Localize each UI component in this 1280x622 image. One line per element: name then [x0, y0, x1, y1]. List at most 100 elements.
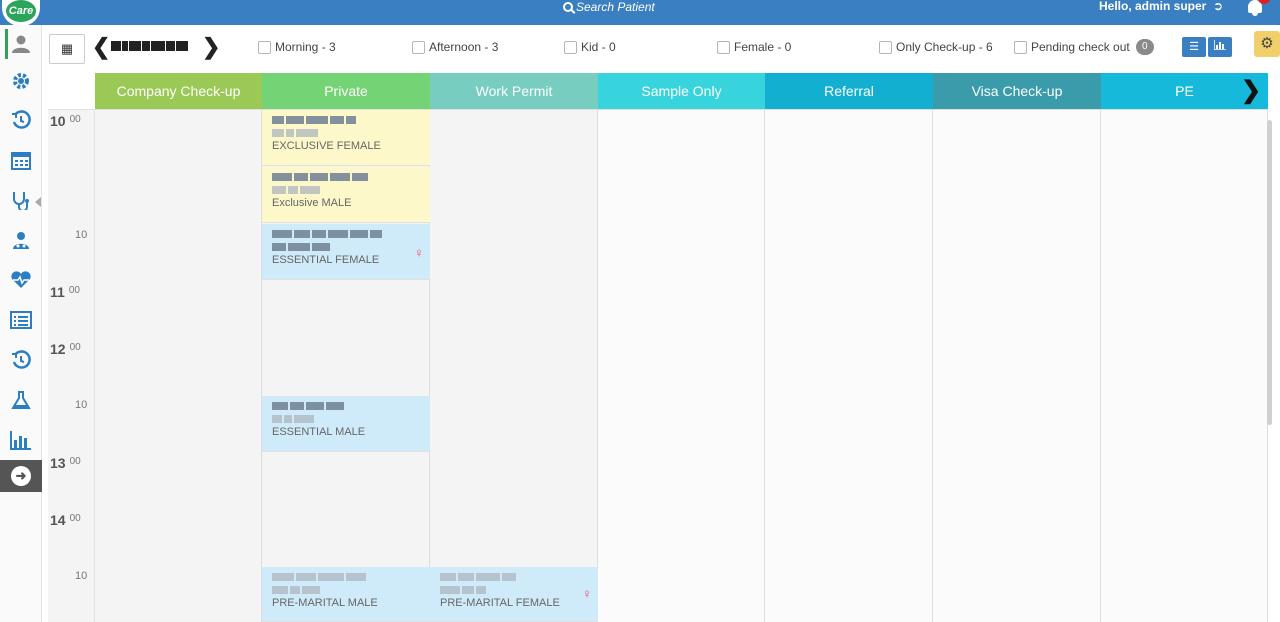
sidebar-item-heartbeat[interactable] — [0, 262, 42, 298]
package-label: EXCLUSIVE FEMALE — [272, 140, 381, 152]
sidebar-item-list[interactable] — [0, 302, 42, 338]
appointment-card[interactable]: PRE-MARITAL MALE — [262, 567, 430, 622]
next-day-button[interactable]: ❯ — [202, 34, 220, 60]
logout-icon[interactable]: ➲ — [1213, 0, 1227, 12]
appointment-card[interactable]: ESSENTIAL FEMALE ♀ — [262, 224, 430, 280]
chart-view-button[interactable] — [1208, 37, 1232, 57]
pending-checkout-checkbox[interactable] — [1014, 40, 1027, 54]
sidebar: ➜ — [0, 25, 42, 622]
list-icon — [10, 311, 32, 329]
package-label: PRE-MARITAL MALE — [272, 597, 378, 609]
only-checkup-checkbox[interactable] — [879, 40, 892, 54]
patient-name — [272, 228, 430, 239]
package-label: PRE-MARITAL FEMALE — [440, 597, 560, 609]
appointment-card[interactable]: EXCLUSIVE FEMALE — [262, 110, 430, 166]
package-label: ESSENTIAL FEMALE — [272, 254, 380, 266]
time-label-10: 10 00 — [50, 113, 81, 129]
logo-text: Care — [6, 0, 36, 22]
history-icon — [12, 350, 31, 369]
filter-only-checkup-label: Only Check-up - 6 — [896, 40, 993, 54]
column-header-private[interactable]: Private — [262, 73, 430, 109]
filter-afternoon[interactable]: Afternoon - 3 — [412, 39, 498, 55]
appointment-card[interactable]: ESSENTIAL MALE — [262, 396, 430, 452]
search-label: Search Patient — [576, 0, 655, 14]
patient-name — [272, 171, 430, 182]
sidebar-item-lab[interactable] — [0, 382, 42, 418]
filter-kid-label: Kid - 0 — [581, 40, 616, 54]
calendar-icon: ▦ — [60, 41, 74, 56]
filter-kid[interactable]: Kid - 0 — [564, 39, 616, 55]
appointment-card[interactable]: Exclusive MALE — [262, 167, 430, 223]
sidebar-item-settings[interactable] — [0, 63, 42, 99]
settings-icon — [13, 73, 29, 89]
female-checkbox[interactable] — [717, 40, 730, 54]
column-visa-checkup[interactable] — [933, 109, 1101, 622]
column-sample-only[interactable] — [598, 109, 765, 622]
sidebar-collapse-caret-icon[interactable] — [35, 197, 41, 207]
patient-name — [272, 571, 430, 582]
column-header-company-checkup[interactable]: Company Check-up — [95, 73, 262, 109]
sidebar-item-history-2[interactable] — [0, 342, 42, 378]
pending-count-badge: 0 — [1135, 39, 1154, 55]
date-picker-button[interactable]: ▦ — [49, 34, 85, 64]
sidebar-item-calendar[interactable] — [0, 142, 42, 178]
filter-female[interactable]: Female - 0 — [717, 39, 791, 55]
list-icon: ☰ — [1189, 41, 1199, 53]
previous-day-button[interactable]: ❮ — [92, 34, 110, 60]
heartbeat-icon — [11, 271, 31, 288]
bar-chart-icon — [10, 431, 31, 450]
filter-morning[interactable]: Morning - 3 — [258, 39, 336, 55]
bar-chart-icon — [1213, 40, 1226, 51]
patient-name — [272, 400, 430, 411]
settings-button[interactable]: ⚙ — [1254, 31, 1280, 57]
afternoon-checkbox[interactable] — [412, 40, 425, 54]
patient-id — [272, 584, 430, 595]
appointment-card[interactable]: PRE-MARITAL FEMALE ♀ — [430, 567, 598, 622]
column-header-referral[interactable]: Referral — [765, 73, 933, 109]
column-referral[interactable] — [765, 109, 933, 622]
sidebar-item-user[interactable] — [0, 25, 42, 63]
column-header-sample-only[interactable]: Sample Only — [598, 73, 765, 109]
gear-icon: ⚙ — [1260, 35, 1274, 52]
column-work-permit[interactable] — [430, 109, 598, 622]
female-icon: ♀ — [582, 586, 592, 601]
morning-checkbox[interactable] — [258, 40, 271, 54]
top-bar: Care Search Patient Hello, admin super ➲ — [0, 0, 1280, 26]
app-logo[interactable]: Care — [2, 0, 40, 26]
time-label-13: 13 00 — [50, 455, 81, 471]
history-icon — [12, 110, 31, 129]
column-pe[interactable] — [1101, 109, 1268, 622]
filter-morning-label: Morning - 3 — [275, 40, 336, 54]
search-patient-button[interactable]: Search Patient — [563, 0, 655, 14]
user-greeting: Hello, admin super — [1099, 0, 1207, 13]
patient-id — [272, 241, 430, 252]
kid-checkbox[interactable] — [564, 40, 577, 54]
scrollbar[interactable] — [1267, 120, 1272, 425]
filter-female-label: Female - 0 — [734, 40, 792, 54]
filter-pending-checkout[interactable]: Pending check out 0 — [1014, 39, 1154, 55]
patient-id — [272, 413, 430, 424]
column-company-checkup[interactable] — [95, 109, 262, 622]
patient-name — [272, 114, 430, 125]
patient-name — [440, 571, 598, 582]
patient-id — [440, 584, 598, 595]
sidebar-item-doctor[interactable] — [0, 222, 42, 258]
column-header-work-permit[interactable]: Work Permit — [430, 73, 598, 109]
next-columns-arrow-icon[interactable]: ❯ — [1241, 76, 1261, 106]
search-icon — [563, 2, 573, 12]
calendar-icon — [11, 152, 31, 170]
time-label-12: 12 00 — [50, 341, 81, 357]
list-view-button[interactable]: ☰ — [1182, 37, 1206, 57]
time-label-12-10: 10 — [75, 399, 88, 411]
time-label-11: 11 00 — [50, 284, 80, 300]
package-label: ESSENTIAL MALE — [272, 426, 366, 438]
filter-afternoon-label: Afternoon - 3 — [429, 40, 499, 54]
sidebar-expand-button[interactable]: ➜ — [0, 460, 42, 492]
sidebar-item-reports[interactable] — [0, 422, 42, 458]
sidebar-item-history[interactable] — [0, 102, 42, 138]
filter-pending-checkout-label: Pending check out — [1031, 40, 1130, 54]
patient-id — [272, 184, 430, 195]
column-header-visa-checkup[interactable]: Visa Check-up — [933, 73, 1101, 109]
filter-only-checkup[interactable]: Only Check-up - 6 — [879, 39, 993, 55]
doctor-icon — [13, 232, 29, 249]
